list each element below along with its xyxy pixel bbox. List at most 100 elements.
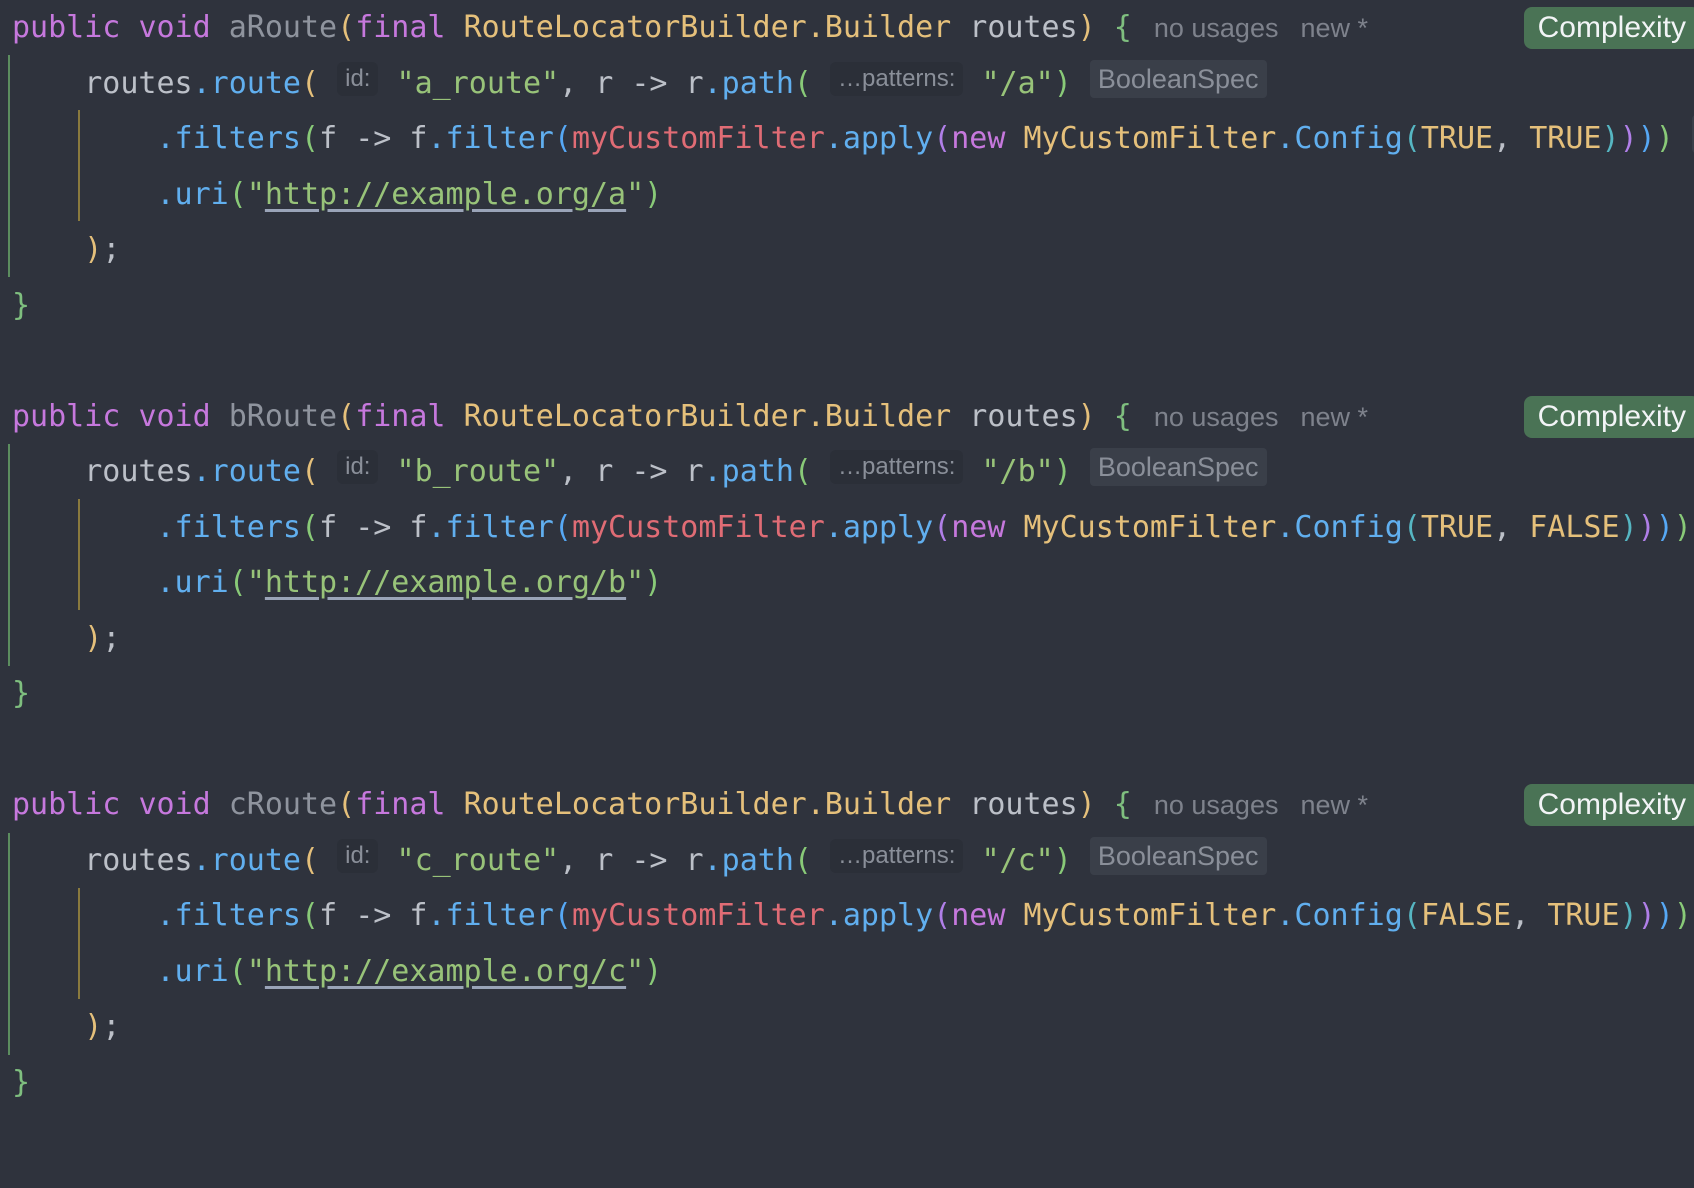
method-call-route[interactable]: .route: [193, 454, 301, 489]
paren-open-config: (: [1402, 898, 1421, 933]
code-line-filters-a[interactable]: .filters(f -> f.filter(myCustomFilter.ap…: [0, 111, 1694, 167]
paren-close-uri: ): [644, 953, 663, 989]
code-line-method-end-a[interactable]: }: [0, 278, 1694, 334]
keyword-void: void: [138, 787, 211, 822]
method-name-croute[interactable]: cRoute: [229, 787, 337, 822]
method-call-apply[interactable]: .apply: [825, 121, 933, 156]
paren-open-config: (: [1402, 121, 1421, 156]
paren-open-apply: (: [933, 509, 952, 545]
field-mycustomfilter[interactable]: myCustomFilter: [572, 898, 825, 933]
param-hint-id[interactable]: id:: [337, 838, 379, 873]
code-line-uri-b[interactable]: .uri("http://example.org/b"): [0, 555, 1694, 611]
quote-open: ": [246, 953, 265, 989]
semicolon-a: ;: [102, 232, 121, 267]
method-call-apply[interactable]: .apply: [825, 510, 933, 545]
method-call-uri[interactable]: .uri: [157, 954, 229, 989]
code-line-filters-c[interactable]: .filters(f -> f.filter(myCustomFilter.ap…: [0, 888, 1694, 944]
type-config[interactable]: .Config: [1276, 898, 1402, 933]
code-line-blank-2[interactable]: [0, 722, 1694, 778]
type-hint-booleanspec: BooleanSpec: [1089, 836, 1267, 875]
uri-link-b[interactable]: http://example.org/b: [265, 565, 626, 600]
code-line-blank-1[interactable]: [0, 333, 1694, 389]
paren-open-config: (: [1402, 509, 1421, 545]
paren-close-apply: ): [1637, 898, 1656, 933]
statement-close-c: ): [84, 1009, 103, 1044]
keyword-new: new: [951, 509, 1006, 545]
uri-link-a[interactable]: http://example.org/a: [265, 177, 626, 212]
param-hint-patterns[interactable]: …patterns:: [830, 61, 964, 96]
method-name-broute[interactable]: bRoute: [229, 399, 337, 434]
paren-close-uri: ): [644, 565, 663, 600]
method-name-aroute[interactable]: aRoute: [229, 10, 337, 45]
param-hint-patterns[interactable]: …patterns:: [830, 450, 964, 484]
code-line-route-c[interactable]: routes.route( id: "c_route", r -> r.path…: [0, 833, 1694, 889]
param-name: routes: [969, 398, 1078, 434]
type-config[interactable]: .Config: [1276, 121, 1402, 156]
complexity-badge-c[interactable]: Complexity: [1523, 784, 1694, 826]
quote-close: ": [626, 176, 645, 212]
code-line-filters-b[interactable]: .filters(f -> f.filter(myCustomFilter.ap…: [0, 500, 1694, 556]
string-path: "/a": [981, 65, 1054, 101]
code-line-uri-c[interactable]: .uri("http://example.org/c"): [0, 944, 1694, 1000]
quote-close: ": [626, 565, 645, 600]
type-mycustomfilter[interactable]: MyCustomFilter: [1024, 898, 1277, 933]
method-call-path[interactable]: .path: [704, 843, 794, 878]
code-line-signature-c[interactable]: public void cRoute(final RouteLocatorBui…: [0, 777, 1694, 833]
paren-close: ): [1077, 10, 1096, 45]
code-line-route-b[interactable]: routes.route( id: "b_route", r -> r.path…: [0, 444, 1694, 500]
method-call-path[interactable]: .path: [704, 454, 794, 489]
identifier-routes: routes: [84, 454, 193, 489]
method-call-filters[interactable]: .filters: [157, 898, 302, 933]
method-call-apply[interactable]: .apply: [825, 898, 933, 933]
code-line-signature-a[interactable]: public void aRoute(final RouteLocatorBui…: [0, 0, 1694, 56]
paren-close-path: ): [1053, 65, 1072, 101]
paren-close: ): [1077, 787, 1096, 822]
method-call-uri[interactable]: .uri: [157, 177, 229, 212]
string-path: "/c": [981, 842, 1054, 878]
method-call-filter[interactable]: .filter: [427, 121, 553, 156]
code-vision-usages-b[interactable]: no usages: [1154, 402, 1279, 432]
identifier-routes: routes: [84, 842, 193, 878]
code-line-uri-a[interactable]: .uri("http://example.org/a"): [0, 167, 1694, 223]
type-config[interactable]: .Config: [1276, 510, 1402, 545]
method-call-uri[interactable]: .uri: [157, 565, 229, 600]
complexity-badge-a[interactable]: Complexity: [1523, 7, 1694, 49]
code-line-close-c[interactable]: );: [0, 999, 1694, 1055]
identifier-r: r: [685, 842, 704, 878]
uri-link-c[interactable]: http://example.org/c: [265, 954, 626, 989]
type-mycustomfilter[interactable]: MyCustomFilter: [1024, 121, 1277, 156]
param-hint-patterns[interactable]: …patterns:: [830, 838, 964, 873]
code-vision-usages-c[interactable]: no usages: [1154, 790, 1279, 820]
code-vision-usages-a[interactable]: no usages: [1154, 13, 1279, 43]
lambda-param-r: r: [595, 454, 614, 489]
method-call-route[interactable]: .route: [193, 66, 301, 101]
method-call-route[interactable]: .route: [193, 843, 301, 878]
code-vision-author-c[interactable]: new: [1300, 790, 1350, 820]
method-call-filter[interactable]: .filter: [427, 898, 553, 933]
type-mycustomfilter[interactable]: MyCustomFilter: [1024, 510, 1277, 545]
code-line-route-a[interactable]: routes.route( id: "a_route", r -> r.path…: [0, 56, 1694, 112]
method-call-filters[interactable]: .filters: [157, 121, 302, 156]
code-line-close-a[interactable]: );: [0, 222, 1694, 278]
method-call-filters[interactable]: .filters: [157, 510, 302, 545]
method-call-filter[interactable]: .filter: [427, 510, 553, 545]
paren-open-uri: (: [228, 953, 247, 989]
field-mycustomfilter[interactable]: myCustomFilter: [572, 121, 825, 156]
code-line-close-b[interactable]: );: [0, 611, 1694, 667]
param-hint-id[interactable]: id:: [337, 61, 379, 96]
keyword-final: final: [355, 398, 446, 434]
method-call-path[interactable]: .path: [704, 66, 794, 101]
code-line-signature-b[interactable]: public void bRoute(final RouteLocatorBui…: [0, 389, 1694, 445]
brace-close-b: }: [12, 676, 31, 711]
paren-close: ): [1077, 398, 1096, 434]
complexity-badge-b[interactable]: Complexity: [1523, 395, 1694, 438]
code-line-method-end-b[interactable]: }: [0, 666, 1694, 722]
keyword-void: void: [138, 10, 211, 45]
statement-close-a: ): [84, 232, 103, 267]
field-mycustomfilter[interactable]: myCustomFilter: [572, 510, 825, 545]
code-line-method-end-c[interactable]: }: [0, 1055, 1694, 1111]
code-vision-author-a[interactable]: new: [1300, 13, 1350, 43]
code-editor[interactable]: public void aRoute(final RouteLocatorBui…: [0, 0, 1694, 1188]
param-hint-id[interactable]: id:: [337, 450, 379, 484]
code-vision-author-b[interactable]: new: [1300, 402, 1350, 432]
